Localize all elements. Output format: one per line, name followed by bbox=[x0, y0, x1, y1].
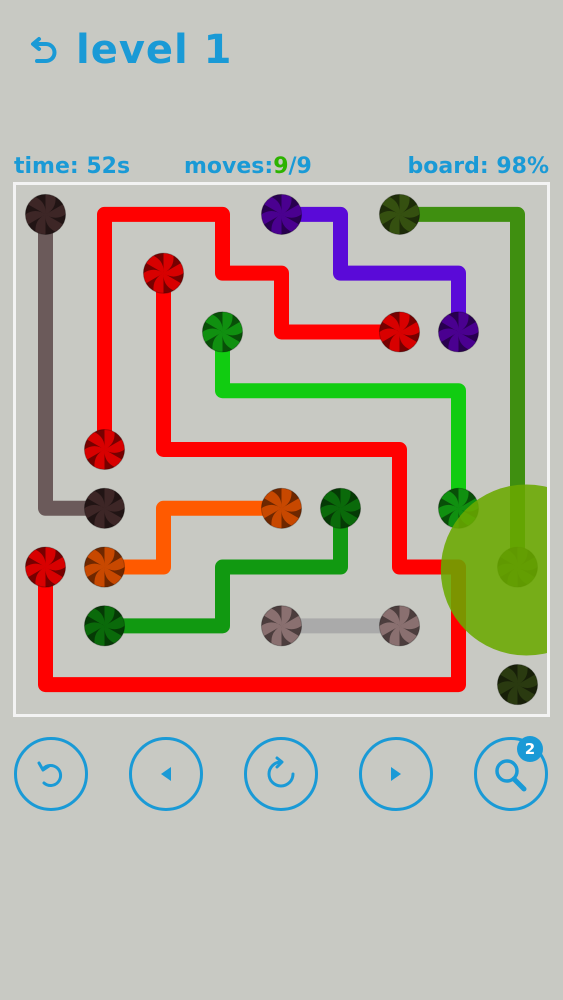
restart-button[interactable] bbox=[244, 737, 318, 811]
next-level-icon bbox=[391, 767, 401, 781]
game-board[interactable] bbox=[13, 182, 550, 717]
header: level 1 bbox=[28, 22, 233, 78]
hint-button[interactable]: 2 bbox=[474, 736, 548, 811]
level-title: level 1 bbox=[76, 27, 233, 73]
dot-purple-start[interactable] bbox=[260, 193, 303, 235]
control-bar: 2 bbox=[0, 736, 563, 817]
undo-icon bbox=[37, 761, 63, 787]
dot-purple-end[interactable] bbox=[437, 311, 480, 353]
time-stat: time: 52s bbox=[14, 154, 130, 179]
dot-grey-end[interactable] bbox=[378, 605, 421, 647]
pipe-red-top[interactable] bbox=[97, 206, 407, 457]
back-button[interactable] bbox=[28, 32, 60, 68]
dot-red-long-end[interactable] bbox=[24, 546, 67, 588]
hint-count-badge: 2 bbox=[517, 736, 543, 762]
board-label: board: bbox=[407, 154, 489, 179]
moves-total: /9 bbox=[288, 154, 312, 179]
dot-brown-end[interactable] bbox=[83, 487, 126, 529]
dot-extra-0[interactable] bbox=[496, 664, 539, 706]
dot-brown-start[interactable] bbox=[24, 193, 67, 235]
dot-dark-green-start[interactable] bbox=[83, 605, 126, 647]
undo-button[interactable] bbox=[14, 737, 88, 811]
board-value: 98% bbox=[496, 154, 549, 179]
dot-green-start[interactable] bbox=[201, 311, 244, 353]
previous-level-button[interactable] bbox=[129, 737, 203, 811]
time-label: time: bbox=[14, 154, 79, 179]
moves-label: moves: bbox=[184, 154, 274, 179]
moves-current: 9 bbox=[273, 154, 289, 179]
dot-orange-start[interactable] bbox=[83, 546, 126, 588]
board-stat: board: 98% bbox=[408, 154, 549, 179]
restart-icon bbox=[267, 756, 295, 788]
board-canvas[interactable] bbox=[16, 185, 547, 714]
dot-grey-start[interactable] bbox=[260, 605, 303, 647]
pipe-purple[interactable] bbox=[274, 206, 466, 340]
dot-orange-end[interactable] bbox=[260, 487, 303, 529]
back-arrow-icon bbox=[31, 37, 57, 63]
dot-olive-green-start[interactable] bbox=[378, 193, 421, 235]
dot-dark-green-end[interactable] bbox=[319, 487, 362, 529]
dot-red-long-start[interactable] bbox=[142, 252, 185, 294]
moves-stat: moves:9/9 bbox=[184, 154, 312, 179]
time-value: 52s bbox=[86, 154, 131, 179]
next-level-button[interactable] bbox=[359, 737, 433, 811]
dot-red-top-start[interactable] bbox=[83, 428, 126, 471]
pipe-green[interactable] bbox=[215, 324, 466, 516]
previous-level-icon bbox=[161, 767, 171, 781]
pipe-orange[interactable] bbox=[97, 500, 289, 575]
dot-red-top-end[interactable] bbox=[378, 311, 421, 353]
